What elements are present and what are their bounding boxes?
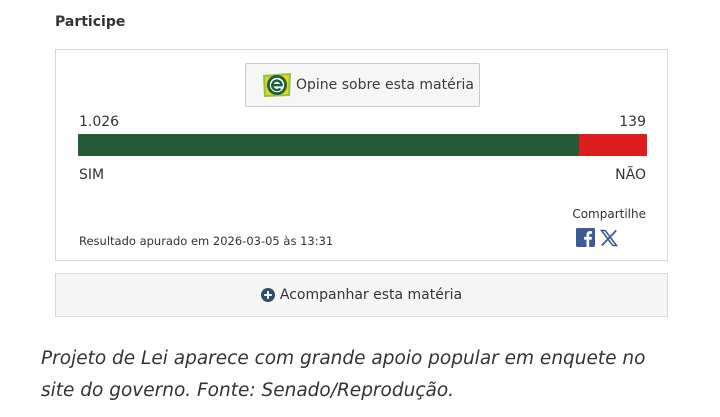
opine-label: Opine sobre esta matéria <box>296 77 474 93</box>
result-timestamp: Resultado apurado em 2026-03-05 às 13:31 <box>79 234 334 248</box>
share-label: Compartilhe <box>572 207 646 221</box>
section-title: Participe <box>55 14 126 30</box>
follow-label: Acompanhar esta matéria <box>279 287 463 303</box>
image-caption: Projeto de Lei aparece com grande apoio … <box>41 348 646 401</box>
yes-label: SIM <box>79 167 105 183</box>
no-label: NÃO <box>615 167 646 183</box>
poll-panel: Opine sobre esta matéria 1.026 139 SIM N… <box>55 49 668 261</box>
x-icon[interactable] <box>600 229 618 247</box>
plus-circle-icon <box>260 288 275 302</box>
yes-bar-segment <box>78 134 580 156</box>
share-icons <box>576 228 618 247</box>
yes-count: 1.026 <box>79 114 120 130</box>
poll-result-bar <box>78 134 647 156</box>
facebook-icon[interactable] <box>576 228 595 247</box>
follow-button[interactable]: Acompanhar esta matéria <box>55 273 668 317</box>
opine-button[interactable]: Opine sobre esta matéria <box>245 63 480 107</box>
ecidadania-logo-icon <box>263 73 291 97</box>
no-count: 139 <box>619 114 646 130</box>
no-bar-segment <box>579 134 647 156</box>
